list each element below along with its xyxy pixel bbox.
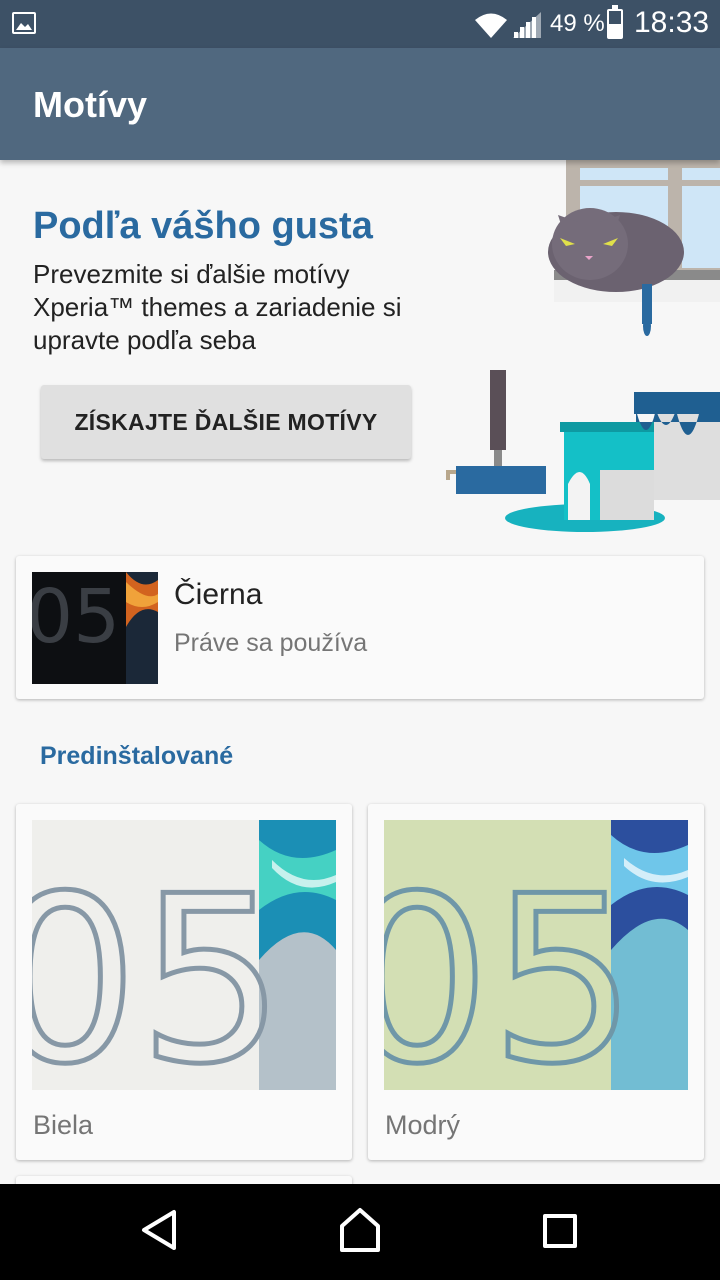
navigation-bar (0, 1184, 720, 1280)
svg-text:05: 05 (32, 848, 285, 1090)
home-icon[interactable] (338, 1206, 382, 1254)
theme-thumbnail-biela: 05 (32, 820, 336, 1090)
battery-percent: 49 % (550, 10, 605, 37)
promo-title: Podľa vášho gusta (33, 205, 373, 247)
theme-card-modry[interactable]: 05 Modrý (368, 804, 704, 1160)
recents-square-icon[interactable] (543, 1214, 577, 1248)
status-bar: 49 % 18:33 (0, 0, 720, 48)
theme-name-modry: Modrý (385, 1110, 461, 1140)
page-title: Motívy (33, 84, 148, 125)
current-theme-card[interactable]: 05 Čierna Práve sa používa (16, 556, 704, 699)
wifi-icon (475, 13, 507, 38)
cat-and-paint-illustration (446, 160, 720, 532)
app-bar: Motívy (0, 48, 720, 160)
clock: 18:33 (634, 6, 710, 39)
svg-text:05: 05 (32, 574, 120, 660)
theme-thumbnail-modry: 05 (384, 820, 688, 1090)
theme-card-biela[interactable]: 05 Biela (16, 804, 352, 1160)
image-notification-icon (12, 12, 36, 34)
current-theme-status: Práve sa používa (174, 629, 368, 657)
battery-icon (607, 5, 623, 39)
theme-name-biela: Biela (33, 1110, 94, 1140)
current-theme-thumbnail: 05 (32, 572, 158, 684)
preinstalled-section-header: Predinštalované (40, 742, 234, 770)
svg-text:05: 05 (384, 848, 637, 1090)
promo-text: Prevezmite si ďalšie motívy Xperia™ them… (33, 259, 402, 355)
back-triangle-icon[interactable] (140, 1208, 180, 1252)
cell-signal-icon (513, 12, 541, 38)
current-theme-name: Čierna (174, 578, 263, 611)
get-more-themes-button[interactable]: ZÍSKAJTE ĎALŠIE MOTÍVY (41, 385, 411, 459)
